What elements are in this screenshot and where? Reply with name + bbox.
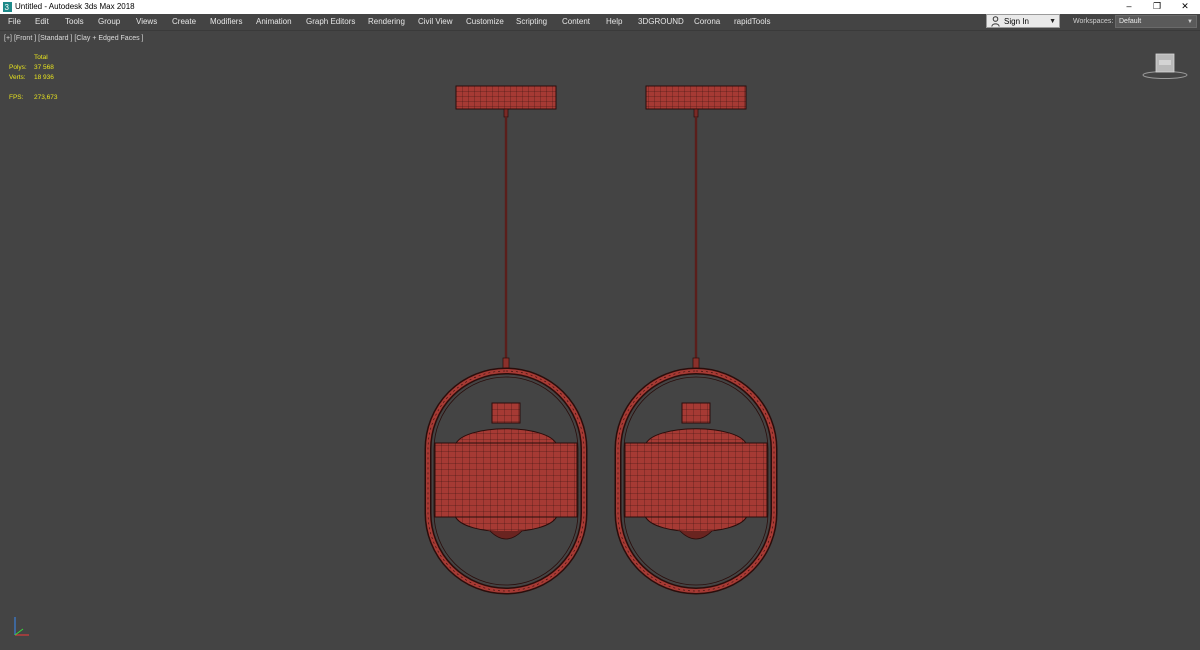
menu-rapidtools[interactable]: rapidTools	[734, 14, 770, 30]
scene-canvas	[424, 85, 778, 595]
menu-customize[interactable]: Customize	[466, 14, 504, 30]
workspaces-value: Default	[1119, 18, 1142, 25]
menu-help[interactable]: Help	[606, 14, 622, 30]
menu-views[interactable]: Views	[136, 14, 157, 30]
menu-3dground[interactable]: 3DGROUND	[638, 14, 684, 30]
3dsmax-icon: 3	[3, 2, 12, 12]
menu-civil-view[interactable]: Civil View	[418, 14, 453, 30]
chevron-down-icon: ▼	[1049, 18, 1056, 25]
ceiling-canopy	[645, 85, 747, 110]
menu-rendering[interactable]: Rendering	[368, 14, 405, 30]
menu-edit[interactable]: Edit	[35, 14, 49, 30]
pendant-lamp-2[interactable]	[614, 85, 778, 595]
axis-tripod-icon	[14, 617, 29, 636]
title-bar: 3 Untitled - Autodesk 3ds Max 2018 – ❐ ✕	[0, 0, 1200, 14]
lamp-neck	[681, 402, 711, 424]
lamp-shade-drum	[624, 442, 768, 518]
menu-tools[interactable]: Tools	[65, 14, 84, 30]
minimize-button[interactable]: –	[1115, 0, 1143, 14]
lamp-neck	[491, 402, 521, 424]
workspaces-select[interactable]: Default ▼	[1115, 15, 1197, 28]
menu-group[interactable]: Group	[98, 14, 120, 30]
lamp-shade-drum	[434, 442, 578, 518]
menu-corona[interactable]: Corona	[694, 14, 720, 30]
sign-in-label: Sign In	[1004, 17, 1029, 26]
menu-file[interactable]: File	[8, 14, 21, 30]
menu-animation[interactable]: Animation	[256, 14, 292, 30]
chevron-down-icon: ▼	[1187, 19, 1193, 25]
front-viewport[interactable]: [+] [Front ] [Standard ] [Clay + Edged Face…	[0, 31, 1200, 650]
menu-graph-editors[interactable]: Graph Editors	[306, 14, 355, 30]
workspaces-label: Workspaces:	[1073, 18, 1114, 25]
menu-modifiers[interactable]: Modifiers	[210, 14, 242, 30]
menu-scripting[interactable]: Scripting	[516, 14, 547, 30]
ceiling-canopy	[455, 85, 557, 110]
restore-button[interactable]: ❐	[1143, 0, 1171, 14]
suspension-cord	[502, 108, 510, 373]
window-title: Untitled - Autodesk 3ds Max 2018	[15, 2, 135, 11]
close-button[interactable]: ✕	[1171, 0, 1199, 14]
menu-content[interactable]: Content	[562, 14, 590, 30]
user-icon	[991, 16, 1000, 27]
suspension-cord	[692, 108, 700, 373]
viewcube-icon[interactable]	[1140, 51, 1190, 81]
svg-text:3: 3	[5, 3, 10, 12]
pendant-lamp-1[interactable]	[424, 85, 588, 595]
sign-in-dropdown[interactable]: Sign In ▼	[986, 14, 1060, 28]
menu-create[interactable]: Create	[172, 14, 196, 30]
